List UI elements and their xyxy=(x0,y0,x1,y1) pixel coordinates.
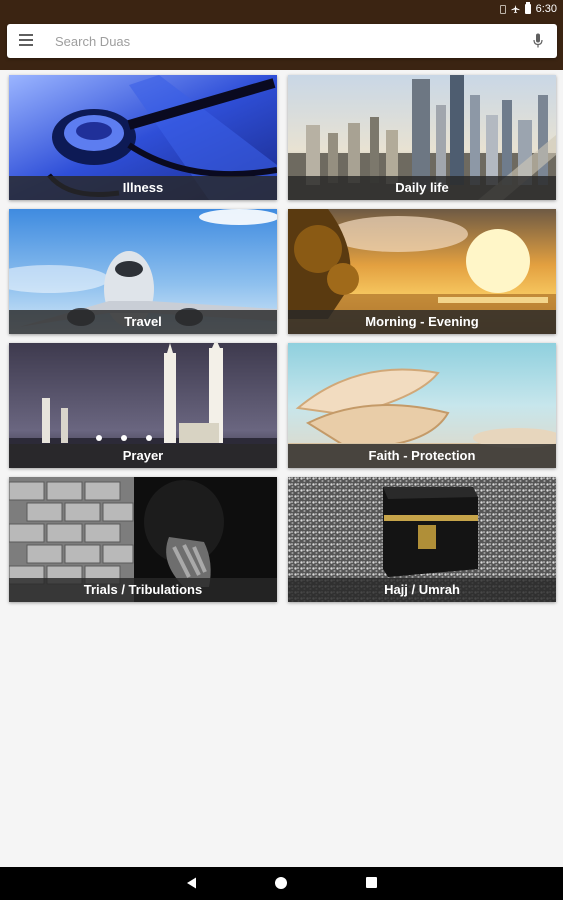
menu-icon[interactable] xyxy=(19,34,33,46)
search-bar xyxy=(7,24,557,58)
category-tile-prayer[interactable]: Prayer xyxy=(9,343,277,468)
category-label: Trials / Tribulations xyxy=(9,578,277,602)
battery-icon xyxy=(524,2,531,14)
category-label: Illness xyxy=(9,176,277,200)
status-icons: 6:30 xyxy=(499,2,557,16)
app-bar xyxy=(0,18,563,70)
category-label: Daily life xyxy=(288,176,556,200)
airplane-icon xyxy=(511,4,520,14)
status-time: 6:30 xyxy=(535,3,557,15)
category-label: Travel xyxy=(9,310,277,334)
category-label: Morning - Evening xyxy=(288,310,556,334)
category-label: Hajj / Umrah xyxy=(288,578,556,602)
category-tile-morning-evening[interactable]: Morning - Evening xyxy=(288,209,556,334)
mic-icon[interactable] xyxy=(533,33,543,49)
vibrate-icon xyxy=(499,4,506,14)
status-bar: 6:30 xyxy=(0,0,563,18)
category-tile-hajj-umrah[interactable]: Hajj / Umrah xyxy=(288,477,556,602)
category-grid: Illness Daily life Travel Morning - Even… xyxy=(9,75,556,602)
category-label: Prayer xyxy=(9,444,277,468)
category-tile-faith-protection[interactable]: Faith - Protection xyxy=(288,343,556,468)
category-tile-illness[interactable]: Illness xyxy=(9,75,277,200)
recents-icon[interactable] xyxy=(366,877,377,888)
category-tile-daily-life[interactable]: Daily life xyxy=(288,75,556,200)
home-icon[interactable] xyxy=(275,877,287,889)
category-tile-trials-tribulations[interactable]: Trials / Tribulations xyxy=(9,477,277,602)
search-input[interactable] xyxy=(55,30,495,52)
category-tile-travel[interactable]: Travel xyxy=(9,209,277,334)
category-label: Faith - Protection xyxy=(288,444,556,468)
back-icon[interactable] xyxy=(186,877,198,889)
system-nav-bar xyxy=(0,867,563,900)
